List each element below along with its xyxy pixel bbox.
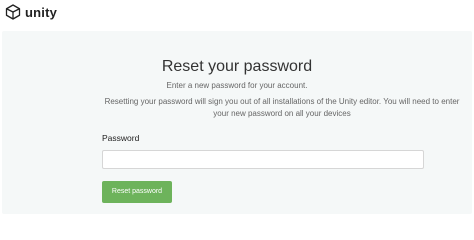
reset-password-button[interactable]: Reset password xyxy=(102,181,172,203)
password-input[interactable] xyxy=(102,150,424,169)
header: unity xyxy=(0,0,474,30)
unity-logo[interactable]: unity xyxy=(5,3,57,21)
unity-cube-icon xyxy=(5,4,21,20)
sign-out-warning: Resetting your password will sign you ou… xyxy=(104,97,460,118)
password-label: Password xyxy=(102,133,140,143)
reset-password-panel: Reset your password Enter a new password… xyxy=(2,31,472,214)
page-subtitle: Enter a new password for your account. xyxy=(166,81,308,90)
page-title: Reset your password xyxy=(161,58,313,75)
page: unity Reset your password Enter a new pa… xyxy=(0,0,474,216)
logo-text: unity xyxy=(25,4,58,20)
